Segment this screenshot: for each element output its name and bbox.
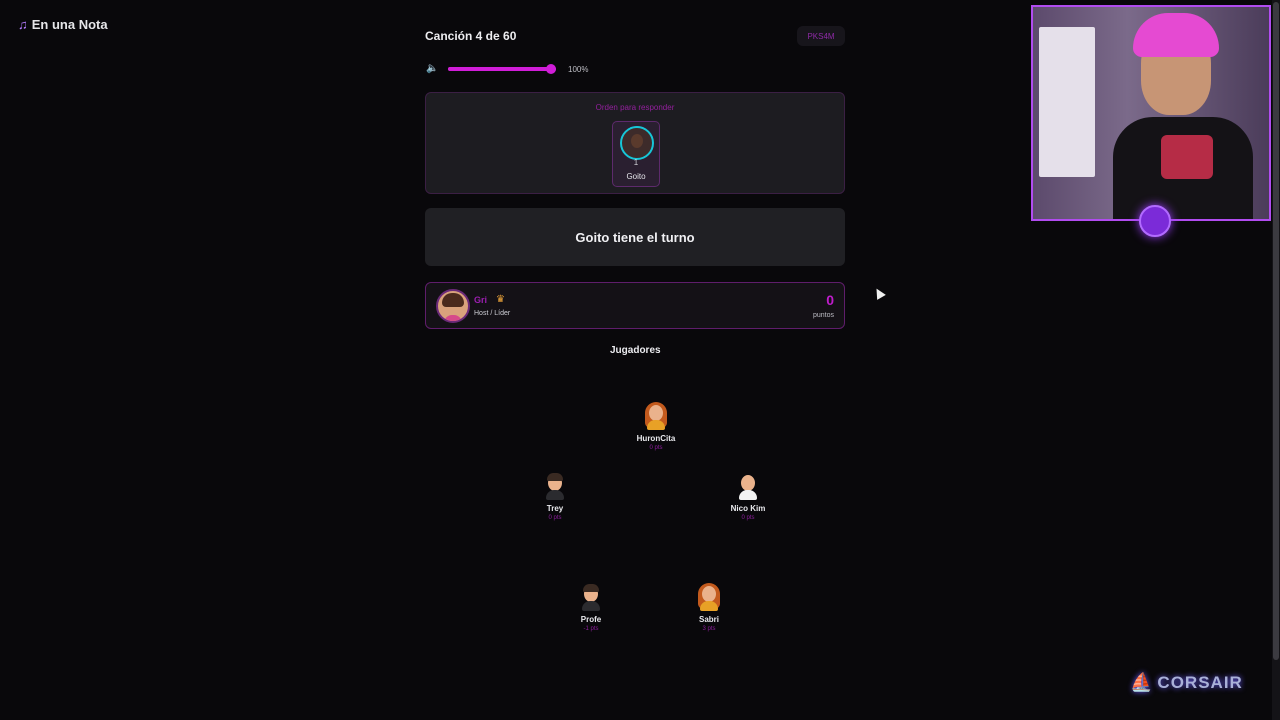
player-name: Profe	[580, 615, 602, 624]
song-counter: Canción 4 de 60	[425, 29, 517, 43]
player-card[interactable]: Profe -1 pts	[551, 583, 631, 632]
host-card: Gri ♛ Host / Líder 0 puntos	[425, 282, 845, 329]
corsair-sails-icon: ⛵	[1130, 672, 1154, 692]
avatar	[735, 472, 761, 500]
room-code-badge[interactable]: PKS4M	[797, 26, 845, 46]
volume-thumb[interactable]	[546, 64, 556, 74]
answer-order-label: Orden para responder	[595, 103, 675, 112]
order-position: 1	[633, 158, 639, 167]
host-role: Host / Líder	[474, 310, 511, 317]
player-points: -1 pts	[583, 626, 599, 632]
host-score: 0	[826, 292, 834, 308]
channel-logo-icon	[1139, 205, 1171, 237]
avatar	[542, 472, 568, 500]
player-card[interactable]: HuronCita 0 pts	[616, 402, 696, 451]
player-card[interactable]: Nico Kim 0 pts	[708, 472, 788, 521]
volume-fill	[448, 67, 556, 71]
turn-message: Goito tiene el turno	[575, 229, 695, 245]
scrollbar[interactable]	[1272, 0, 1280, 720]
player-points: 0 pts	[649, 445, 663, 451]
scrollbar-thumb[interactable]	[1273, 2, 1279, 660]
turn-banner: Goito tiene el turno	[425, 208, 845, 266]
shelf	[1039, 27, 1095, 177]
avatar	[620, 126, 654, 160]
avatar	[643, 402, 669, 430]
app-brand[interactable]: ♫ En una Nota	[18, 17, 108, 32]
player-points: 0 pts	[548, 515, 562, 521]
order-player-card: 1 Goito	[612, 121, 660, 187]
order-player-name: Goito	[626, 172, 646, 181]
avatar	[578, 583, 604, 611]
sponsor-text: CORSAIR	[1157, 672, 1243, 692]
player-name: HuronCita	[636, 434, 676, 443]
avatar	[696, 583, 722, 611]
player-name: Nico Kim	[730, 504, 766, 513]
player-card[interactable]: Sabri 3 pts	[669, 583, 749, 632]
speaker-icon[interactable]: 🔈	[426, 63, 438, 75]
player-name: Trey	[546, 504, 564, 513]
player-points: 3 pts	[702, 626, 716, 632]
volume-control[interactable]: 🔈 100%	[426, 63, 588, 75]
webcam-overlay	[1031, 5, 1271, 221]
brand-label: En una Nota	[31, 17, 108, 32]
avatar	[436, 289, 470, 323]
crown-icon: ♛	[496, 294, 505, 305]
volume-percent: 100%	[568, 64, 589, 74]
shirt-print	[1161, 135, 1213, 179]
player-points: 0 pts	[741, 515, 755, 521]
host-score-label: puntos	[812, 312, 834, 319]
player-card[interactable]: Trey 0 pts	[515, 472, 595, 521]
answer-order-card: Orden para responder 1 Goito	[425, 92, 845, 194]
mouse-cursor-icon	[872, 286, 886, 300]
music-note-icon: ♫	[18, 17, 28, 32]
players-title-text: Jugadores	[610, 345, 661, 356]
sponsor-logo: ⛵ CORSAIR	[1130, 672, 1243, 693]
volume-slider[interactable]	[448, 64, 556, 74]
player-name: Sabri	[698, 615, 719, 624]
host-name: Gri	[474, 295, 488, 305]
